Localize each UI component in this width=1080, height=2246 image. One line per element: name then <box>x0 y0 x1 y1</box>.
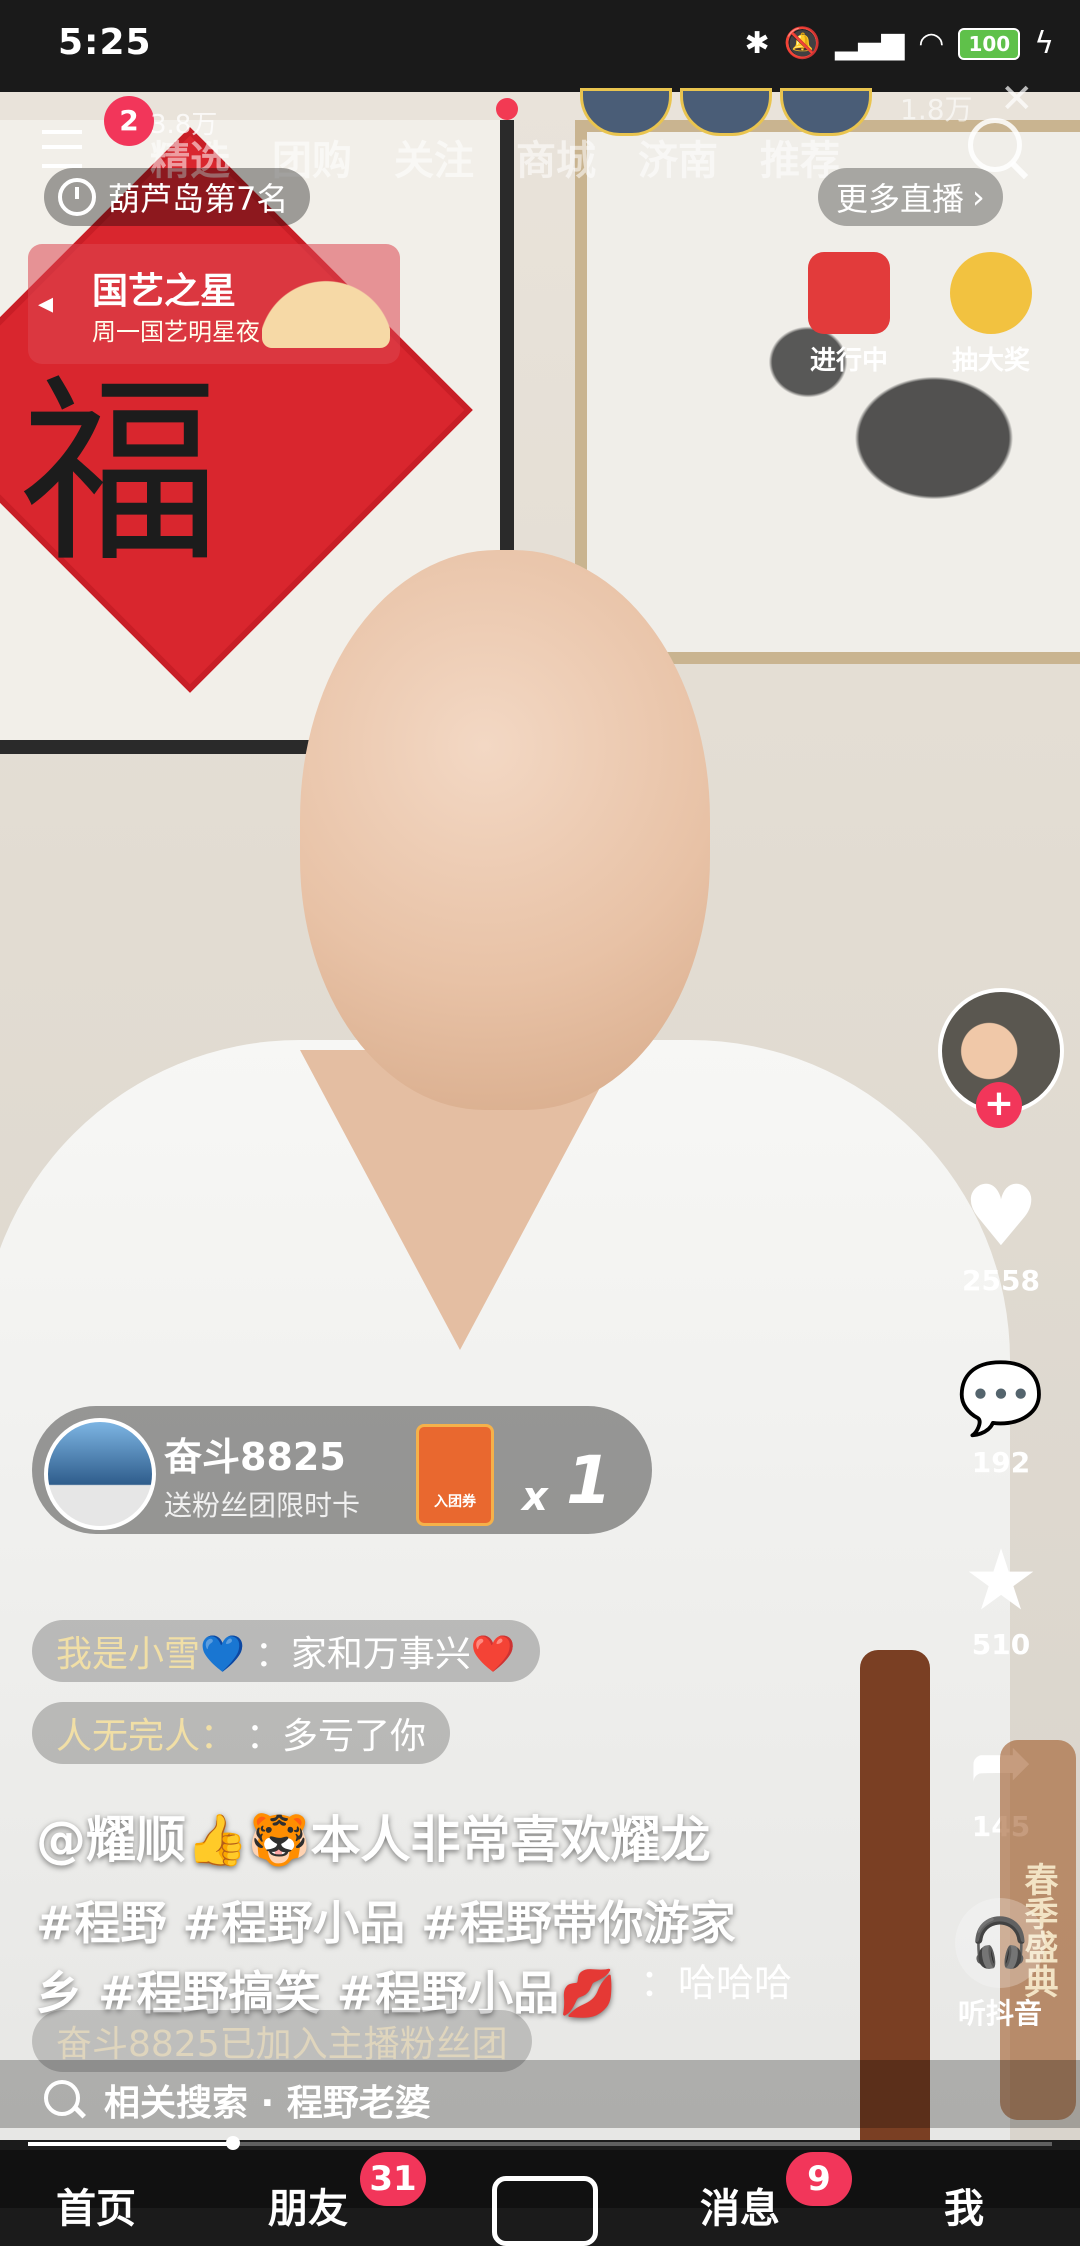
more-live-button[interactable]: 更多直播 › <box>818 168 1003 226</box>
search-icon[interactable] <box>968 118 1022 172</box>
listen-button[interactable]: 🎧 听抖音 <box>940 1898 1060 2032</box>
comment-user: 人无完人： <box>56 1716 237 1757</box>
chevron-left-icon: ◂ <box>38 286 54 321</box>
menu-icon[interactable] <box>42 130 82 168</box>
heart-icon: ♥ <box>963 1167 1039 1265</box>
live-indicator-dot <box>496 98 518 120</box>
gift-sender-name: 奋斗8825 <box>164 1435 346 1479</box>
clock-icon <box>58 178 96 216</box>
nav-friends[interactable]: 朋友 <box>268 2176 348 2234</box>
lottery-button[interactable]: 抽大奖 <box>936 252 1046 377</box>
like-count: 2558 <box>962 1264 1040 1297</box>
gift-sender-avatar[interactable] <box>44 1418 156 1530</box>
tab-mall[interactable]: 商城 <box>516 128 596 186</box>
tab-following[interactable]: 关注 <box>394 128 474 186</box>
comment-count: 192 <box>971 1446 1031 1479</box>
favorite-button[interactable]: ★ 510 <box>948 1532 1054 1661</box>
charging-icon: ϟ <box>1034 26 1054 61</box>
headphones-icon: 🎧 <box>955 1898 1045 1988</box>
tab-local[interactable]: 济南 <box>638 128 718 186</box>
rank-label: 葫芦岛第7名 <box>108 180 289 218</box>
wifi-icon: ◠ <box>918 26 945 61</box>
friends-badge: 31 <box>360 2152 426 2206</box>
messages-badge: 9 <box>786 2152 852 2206</box>
nav-messages[interactable]: 消息 <box>700 2176 780 2234</box>
chevron-right-icon: › <box>972 178 985 216</box>
battery-icon: 100 <box>958 27 1021 60</box>
nav-me[interactable]: 我 <box>944 2176 984 2234</box>
favorite-count: 510 <box>971 1628 1031 1661</box>
related-search-label[interactable]: 相关搜索 · 程野老婆 <box>104 2074 431 2126</box>
gift-description: 送粉丝团限时卡 <box>164 1489 361 1522</box>
rank-badge[interactable]: 葫芦岛第7名 <box>44 168 311 226</box>
follow-plus-icon[interactable]: + <box>976 1082 1022 1128</box>
close-icon[interactable]: ✕ <box>1000 76 1034 122</box>
more-live-label: 更多直播 <box>836 180 965 218</box>
hashtags-line-1[interactable]: #程野 #程野小品 #程野带你游家 <box>36 1888 896 1958</box>
bluetooth-icon: ✱ <box>744 26 770 61</box>
comment-user: 我是小雪💙 <box>56 1634 245 1675</box>
mute-icon: 🔕 <box>783 26 822 61</box>
activity-avatar-icon <box>808 252 890 334</box>
status-time: 5:25 <box>58 22 152 63</box>
signal-icon: ▂▄▆ <box>835 26 905 61</box>
comment-item[interactable]: 人无完人： ：多亏了你 <box>32 1702 451 1764</box>
lottery-label: 抽大奖 <box>951 346 1030 376</box>
gift-count: 1 <box>566 1442 612 1519</box>
inline-comment: ：哈哈哈 <box>640 1961 793 2005</box>
nav-home[interactable]: 首页 <box>56 2176 136 2234</box>
status-bar: 5:25 ✱ 🔕 ▂▄▆ ◠ 100 ϟ <box>0 0 1080 92</box>
star-event-subtitle: 周一国艺明星夜 <box>92 318 260 346</box>
comment-text: ：家和万事兴❤️ <box>254 1634 516 1675</box>
viewer-count: 1.8万 <box>900 93 973 126</box>
status-icons: ✱ 🔕 ▂▄▆ ◠ 100 ϟ <box>745 26 1054 61</box>
caption-author[interactable]: @耀顺👍🐯本人非常喜欢耀龙 <box>36 1800 711 1872</box>
multiply-sign: x <box>522 1474 548 1520</box>
comment-icon: 💬 <box>957 1357 1045 1439</box>
menu-badge: 2 <box>104 96 154 146</box>
progress-fill <box>28 2142 233 2146</box>
comment-text: ：多亏了你 <box>246 1716 427 1757</box>
search-icon <box>44 2080 80 2116</box>
comment-button[interactable]: 💬 192 <box>948 1350 1054 1479</box>
progress-knob[interactable] <box>226 2136 240 2150</box>
comment-item[interactable]: 我是小雪💙 ：家和万事兴❤️ <box>32 1620 540 1682</box>
ongoing-label: 进行中 <box>809 346 888 376</box>
star-event-title: 国艺之星 <box>92 271 237 312</box>
like-button[interactable]: ♥ 2558 <box>948 1168 1054 1297</box>
create-plus-icon[interactable] <box>492 2176 598 2246</box>
streamer-head <box>300 550 710 1110</box>
listen-label: 听抖音 <box>957 1997 1042 2030</box>
ongoing-activity-button[interactable]: 进行中 <box>794 252 904 377</box>
fan-card-icon: 入团券 <box>416 1424 494 1526</box>
star-icon: ★ <box>963 1531 1039 1629</box>
lottery-icon <box>950 252 1032 334</box>
